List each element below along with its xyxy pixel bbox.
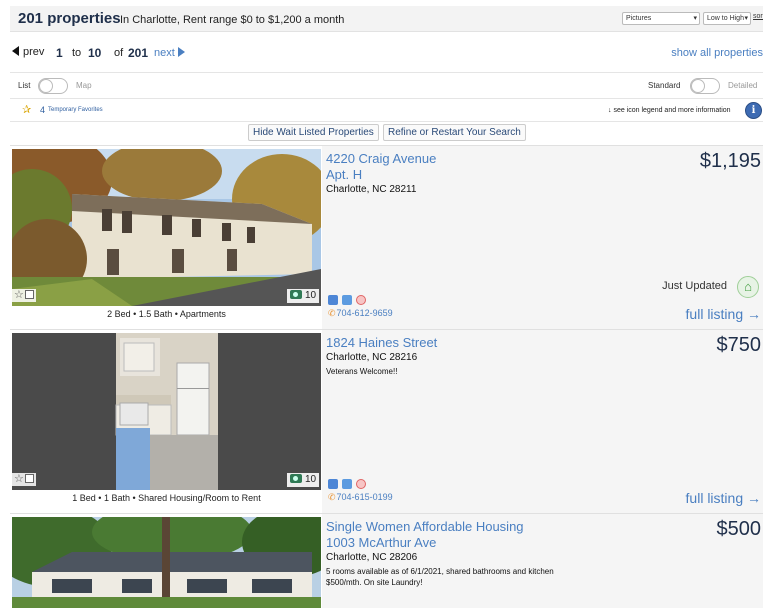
list-label: List [18,81,31,90]
listing-price: $1,195 [699,150,761,172]
listing-price: $500 [716,518,762,540]
apartment-photo [12,149,321,306]
listing-card: ☆ 10 2 Bed • 1.5 Bath • Apartments 4220 … [10,145,763,329]
page-from: 1 [56,46,63,60]
results-header: 201 properties In Charlotte, Rent range … [10,6,763,32]
listing-details-bg [322,146,763,329]
standard-detailed-toggle[interactable] [690,78,720,94]
amenity-icon [328,479,338,490]
full-listing-link[interactable]: full listing → [686,306,761,322]
listing-address-line2[interactable]: 1003 McArthur Ave [326,535,436,550]
legend-link[interactable]: ↓ see icon legend and more information [608,107,731,114]
listing-price: $750 [716,334,762,356]
toggle-knob [39,79,53,93]
star-icon: ✰ [22,104,32,116]
listing-address-line1[interactable]: Single Women Affordable Housing [326,519,524,534]
listing-summary: 1 Bed • 1 Bath • Shared Housing/Room to … [72,493,261,503]
divider [10,121,763,122]
favorites-row: ✰ 4 Temporary Favorites ↓ see icon legen… [10,101,763,121]
divider [10,72,763,73]
page-to-word: to [72,47,82,59]
phone-icon: ✆ [328,308,336,318]
triangle-right-icon [177,47,185,57]
listing-city: Charlotte, NC 28216 [326,352,418,363]
amenity-icon [342,479,352,490]
photo-count[interactable]: 10 [287,289,320,303]
sort-select[interactable]: Low to High ▾ [703,12,751,25]
detailed-label: Detailed [728,81,758,90]
listing-photo[interactable] [12,149,321,306]
no-smoking-icon [356,479,366,490]
standard-label: Standard [648,81,681,90]
next-label: next [154,47,175,59]
full-listing-link[interactable]: full listing → [686,490,761,506]
map-label: Map [76,81,92,90]
amenity-icon [342,295,352,306]
listing-phone[interactable]: ✆704-612-9659 [328,308,393,319]
photo-count-value: 10 [305,290,317,301]
toggle-knob [691,79,705,93]
listing-photo[interactable] [12,333,321,490]
view-select-value: Pictures [626,15,652,22]
page-of-word: of [114,47,124,59]
listing-note: 5 rooms available as of 6/1/2021, shared… [326,567,554,587]
kitchen-photo [12,333,321,490]
house-photo [12,517,321,608]
listing-card: ☆ 10 1 Bed • 1 Bath • Shared Housing/Roo… [10,329,763,513]
phone-number: 704-615-0199 [336,492,393,502]
star-outline-icon: ☆ [14,473,24,485]
checkbox-icon [24,474,34,483]
photo-count-value: 10 [305,474,317,485]
search-range: In Charlotte, Rent range $0 to $1,200 a … [120,14,345,26]
view-toggles: List Map Standard Detailed [10,76,763,96]
divider [10,98,763,99]
info-icon[interactable]: i [745,102,762,119]
view-select[interactable]: Pictures ▾ [622,12,700,25]
phone-number: 704-612-9659 [336,308,393,318]
listing-address-line1[interactable]: 4220 Craig Avenue [326,151,436,166]
result-count: 201 properties [18,10,121,27]
hide-wait-listed-button[interactable]: Hide Wait Listed Properties [248,124,379,141]
listing-city: Charlotte, NC 28206 [326,552,418,563]
amenity-icons [328,294,370,306]
checkbox-icon [24,290,34,299]
sort-link[interactable]: sort [753,13,763,20]
page-total: 201 [128,46,149,60]
amenity-icons [328,478,370,490]
favorites-link[interactable]: Temporary Favorites [48,107,103,113]
list-map-toggle[interactable] [38,78,68,94]
just-updated-label: Just Updated [662,280,727,292]
camera-icon [290,474,302,483]
favorites-count[interactable]: 4 [40,105,45,115]
prev-label: prev [23,46,45,58]
amenity-icon [328,295,338,306]
listing-photo[interactable] [12,517,321,608]
favorite-toggle[interactable]: ☆ [12,289,36,302]
prev-link[interactable]: prev [12,46,44,58]
show-all-link[interactable]: show all properties [671,47,763,59]
chevron-down-icon: ▾ [693,15,697,22]
listing-city: Charlotte, NC 28211 [326,184,417,195]
house-icon: ⌂ [737,276,759,298]
sort-select-value: Low to High [707,15,744,22]
pagination: prev 1 to 10 of 201 next show all proper… [10,38,763,70]
page-to: 10 [88,46,102,60]
listing-card: Single Women Affordable Housing 1003 McA… [10,513,763,608]
listing-address-line1[interactable]: 1824 Haines Street [326,335,437,350]
camera-icon [290,290,302,299]
photo-count[interactable]: 10 [287,473,320,487]
triangle-left-icon [12,46,19,56]
listing-phone[interactable]: ✆704-615-0199 [328,492,393,503]
refine-search-button[interactable]: Refine or Restart Your Search [383,124,526,141]
star-outline-icon: ☆ [14,289,24,301]
next-link[interactable]: next [154,47,185,59]
favorite-toggle[interactable]: ☆ [12,473,36,486]
chevron-down-icon: ▾ [744,15,748,22]
listing-address-line2[interactable]: Apt. H [326,167,362,182]
no-smoking-icon [356,295,366,306]
listing-summary: 2 Bed • 1.5 Bath • Apartments [107,309,226,319]
phone-icon: ✆ [328,492,336,502]
listing-note: Veterans Welcome!! [326,367,398,376]
